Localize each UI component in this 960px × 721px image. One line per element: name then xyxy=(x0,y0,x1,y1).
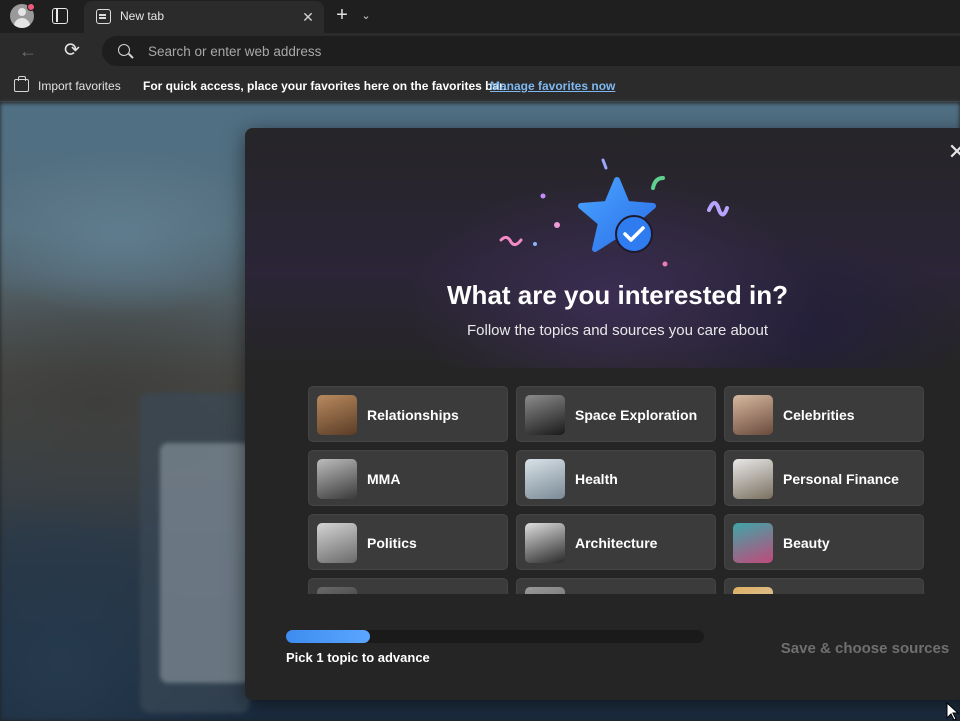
progress-label: Pick 1 topic to advance xyxy=(286,650,430,665)
navigation-toolbar: ← ⟳ xyxy=(0,33,960,69)
topic-card[interactable]: MMA xyxy=(308,450,508,506)
dialog-close-button[interactable]: ✕ xyxy=(945,140,960,164)
topic-label xyxy=(367,579,503,594)
manage-favorites-link[interactable]: Manage favorites now xyxy=(490,79,615,93)
topic-thumbnail xyxy=(525,395,565,435)
interests-dialog: ✕ What are you interested in? Follow the… xyxy=(245,128,960,700)
topic-card[interactable]: Relationships xyxy=(308,386,508,442)
topic-card[interactable]: Space Exploration xyxy=(516,386,716,442)
topic-label: Celebrities xyxy=(783,407,855,423)
save-and-choose-sources-button[interactable]: Save & choose sources xyxy=(765,632,960,664)
topic-label: Politics xyxy=(367,535,417,551)
new-tab-button[interactable]: + xyxy=(330,4,354,28)
topic-card[interactable] xyxy=(724,578,924,594)
topic-card[interactable] xyxy=(308,578,508,594)
topic-thumbnail xyxy=(733,395,773,435)
topic-card[interactable]: Architecture xyxy=(516,514,716,570)
back-button[interactable]: ← xyxy=(16,39,40,63)
topic-thumbnail xyxy=(317,587,357,594)
import-favorites-icon[interactable] xyxy=(14,76,29,92)
topic-grid: Relationships Space Exploration Celebritie… xyxy=(308,386,928,594)
address-input[interactable] xyxy=(148,40,848,62)
dialog-title: What are you interested in? xyxy=(447,280,788,310)
address-bar[interactable] xyxy=(102,36,960,66)
new-tab-favicon-icon xyxy=(96,9,111,24)
topic-thumbnail xyxy=(317,459,357,499)
favorites-bar-message: For quick access, place your favorites h… xyxy=(143,79,507,93)
topic-label xyxy=(783,579,919,594)
topic-label: Personal Finance xyxy=(783,471,899,487)
topic-label: Relationships xyxy=(367,407,459,423)
topic-card[interactable]: Politics xyxy=(308,514,508,570)
topic-label: Beauty xyxy=(783,535,830,551)
progress-bar xyxy=(286,630,704,643)
mouse-cursor-icon xyxy=(946,702,960,721)
notification-dot xyxy=(27,3,35,11)
topic-thumbnail xyxy=(733,459,773,499)
topic-card[interactable]: Celebrities xyxy=(724,386,924,442)
topic-thumbnail xyxy=(525,523,565,563)
dialog-subtitle: Follow the topics and sources you care a… xyxy=(466,322,768,339)
topic-card[interactable]: Beauty xyxy=(724,514,924,570)
star-check-icon xyxy=(578,177,656,253)
title-bar: New tab ✕ + ⌄ xyxy=(0,0,960,33)
topic-label: Architecture xyxy=(575,535,658,551)
search-icon xyxy=(118,44,130,56)
topic-thumbnail xyxy=(733,587,773,594)
import-favorites-button[interactable]: Import favorites xyxy=(38,79,121,93)
topic-thumbnail xyxy=(525,587,565,594)
refresh-button[interactable]: ⟳ xyxy=(60,39,84,63)
topic-thumbnail xyxy=(733,523,773,563)
progress-fill xyxy=(286,630,370,643)
topic-label: MMA xyxy=(367,471,401,487)
topic-card[interactable] xyxy=(516,578,716,594)
tab-list-dropdown-icon[interactable]: ⌄ xyxy=(358,6,374,26)
tab-new-tab[interactable]: New tab ✕ xyxy=(84,1,324,33)
favorites-bar: Import favorites For quick access, place… xyxy=(0,69,960,102)
topic-label: Health xyxy=(575,471,618,487)
topic-label: Space Exploration xyxy=(575,407,698,423)
topic-label xyxy=(575,579,711,594)
tab-close-icon[interactable]: ✕ xyxy=(297,6,319,28)
topic-card[interactable]: Health xyxy=(516,450,716,506)
tab-title: New tab xyxy=(120,9,165,23)
tab-actions-icon[interactable] xyxy=(52,8,68,24)
topic-thumbnail xyxy=(525,459,565,499)
topic-card[interactable]: Personal Finance xyxy=(724,450,924,506)
topic-thumbnail xyxy=(317,395,357,435)
topic-thumbnail xyxy=(317,523,357,563)
